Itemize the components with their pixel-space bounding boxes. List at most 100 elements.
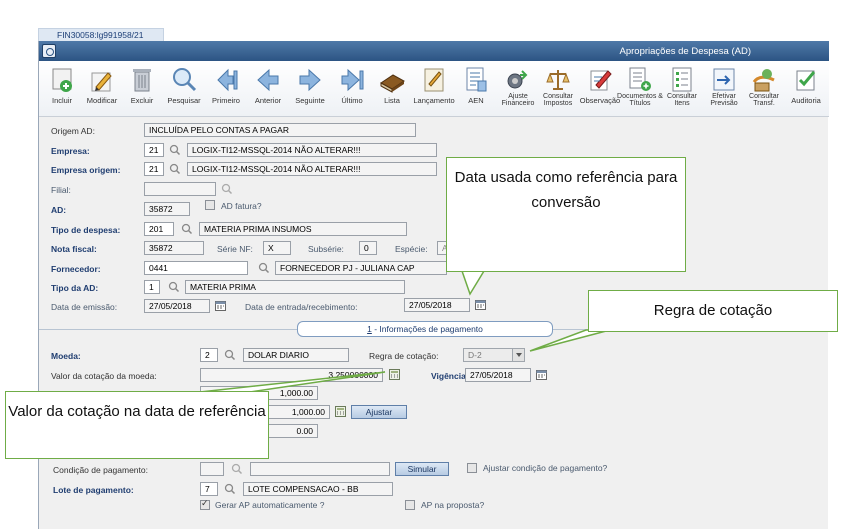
- regra-cotacao-label: Regra de cotação:: [369, 351, 439, 361]
- fornecedor-name-field: FORNECEDOR PJ - JULIANA CAP: [275, 261, 447, 275]
- simular-button[interactable]: Simular: [395, 462, 449, 476]
- primeiro-button[interactable]: Primeiro: [203, 65, 249, 105]
- empresa-origem-label: Empresa origem:: [51, 165, 121, 175]
- tipo-ad-label: Tipo da AD:: [51, 283, 99, 293]
- regra-cotacao-select[interactable]: D-2: [463, 348, 525, 362]
- data-entrada-field[interactable]: 27/05/2018: [404, 298, 470, 312]
- origem-ad-field[interactable]: INCLUÍDA PELO CONTAS A PAGAR: [144, 123, 416, 137]
- lote-search-icon[interactable]: [224, 483, 236, 495]
- lote-code-field[interactable]: 7: [200, 482, 218, 496]
- data-entrada-calendar-icon[interactable]: [475, 299, 486, 310]
- lista-button[interactable]: Lista: [369, 65, 415, 105]
- data-emissao-field[interactable]: 27/05/2018: [144, 299, 210, 313]
- documentos-titulos-button[interactable]: Documentos & Títulos: [617, 65, 663, 107]
- tipo-ad-code-field[interactable]: 1: [144, 280, 160, 294]
- previous-icon: [257, 68, 279, 92]
- nota-fiscal-label: Nota fiscal:: [51, 244, 97, 254]
- aen-button[interactable]: AEN: [453, 65, 499, 105]
- lancamento-button[interactable]: Lançamento: [411, 65, 457, 105]
- audit-icon: [796, 70, 816, 91]
- tipo-ad-search-icon[interactable]: [168, 281, 180, 293]
- auditoria-button[interactable]: Auditoria: [783, 65, 829, 105]
- consultar-impostos-button[interactable]: Consultar Impostos: [535, 65, 581, 107]
- chevron-down-icon: [512, 349, 524, 361]
- moeda-label: Moeda:: [51, 351, 81, 361]
- empresa-origem-search-icon[interactable]: [169, 163, 181, 175]
- nota-fiscal-field[interactable]: 35872: [144, 241, 204, 255]
- moeda-name-field: DOLAR DIARIO: [243, 348, 349, 362]
- filial-field[interactable]: [144, 182, 216, 196]
- empresa-label: Empresa:: [51, 146, 90, 156]
- fornecedor-code-field[interactable]: 0441: [144, 261, 248, 275]
- excluir-button[interactable]: Excluir: [119, 65, 165, 105]
- consultar-itens-button[interactable]: Consultar Itens: [659, 65, 705, 107]
- transfer-icon: [752, 69, 775, 92]
- condicao-name-field: [250, 462, 390, 476]
- tab-informacoes-pagamento[interactable]: 1 - Informações de pagamento: [297, 321, 553, 337]
- consultar-transf-button[interactable]: Consultar Transf.: [741, 65, 787, 107]
- seguinte-button[interactable]: Seguinte: [287, 65, 333, 105]
- callout-valor-cotacao: Valor da cotação na data de referência: [5, 391, 269, 459]
- empresa-origem-code-field[interactable]: 21: [144, 162, 164, 176]
- data-emissao-label: Data de emissão:: [51, 302, 118, 312]
- ad-fatura-label: AD fatura?: [221, 201, 262, 211]
- ad-label: AD:: [51, 205, 67, 215]
- note-icon: [590, 70, 612, 91]
- last-icon: [341, 68, 364, 92]
- valor-cotacao-label: Valor da cotação da moeda:: [51, 371, 157, 381]
- lote-name-field: LOTE COMPENSACAO - BB: [243, 482, 393, 496]
- tipo-despesa-search-icon[interactable]: [181, 223, 193, 235]
- search-icon: [173, 68, 197, 92]
- anterior-button[interactable]: Anterior: [245, 65, 291, 105]
- ajustar-button[interactable]: Ajustar: [351, 405, 407, 419]
- document-tab[interactable]: FIN30058:lg991958/21: [38, 28, 164, 41]
- posting-icon: [424, 68, 444, 92]
- app-menu-icon[interactable]: [42, 44, 56, 58]
- moeda-code-field[interactable]: 2: [200, 348, 218, 362]
- ad-fatura-checkbox[interactable]: [205, 200, 215, 210]
- report-icon: [466, 67, 487, 92]
- toolbar: Incluir Modificar Excluir Pesquisar Prim…: [39, 61, 829, 117]
- valor-cotacao-field[interactable]: 3.250000000: [200, 368, 383, 382]
- documents-icon: [629, 67, 651, 91]
- empresa-search-icon[interactable]: [169, 144, 181, 156]
- callout-regra-cotacao: Regra de cotação: [588, 290, 838, 332]
- tipo-despesa-name-field: MATERIA PRIMA INSUMOS: [199, 222, 407, 236]
- ad-field[interactable]: 35872: [144, 202, 190, 216]
- condicao-pagamento-label: Condição de pagamento:: [53, 465, 148, 475]
- lote-pagamento-label: Lote de pagamento:: [53, 485, 134, 495]
- valor-cotacao-calculator-icon[interactable]: [389, 369, 400, 380]
- gerar-ap-label: Gerar AP automaticamente ?: [215, 500, 325, 510]
- tipo-despesa-code-field[interactable]: 201: [144, 222, 174, 236]
- adjust-icon: [507, 70, 528, 89]
- commit-icon: [713, 68, 735, 91]
- serie-nf-label: Série NF:: [217, 244, 253, 254]
- first-icon: [217, 68, 238, 92]
- data-emissao-calendar-icon[interactable]: [215, 300, 226, 311]
- next-icon: [299, 68, 321, 92]
- moeda-search-icon[interactable]: [224, 349, 236, 361]
- empresa-code-field[interactable]: 21: [144, 143, 164, 157]
- window-title: Apropriações de Despesa (AD): [619, 46, 751, 57]
- tipo-ad-name-field: MATERIA PRIMA: [185, 280, 405, 294]
- subserie-field[interactable]: 0: [359, 241, 377, 255]
- condicao-code-field[interactable]: [200, 462, 224, 476]
- vigencia-calendar-icon[interactable]: [536, 369, 547, 380]
- fornecedor-search-icon[interactable]: [258, 262, 270, 274]
- filial-search-icon[interactable]: [221, 183, 233, 195]
- valor-convertido-calculator-icon[interactable]: [335, 406, 346, 417]
- scale-icon: [546, 70, 570, 90]
- section-title: - Informações de pagamento: [371, 324, 483, 334]
- gerar-ap-checkbox[interactable]: [200, 498, 210, 510]
- vigencia-field[interactable]: 27/05/2018: [465, 368, 531, 382]
- filial-label: Filial:: [51, 185, 71, 195]
- ajustar-condicao-label: Ajustar condição de pagamento?: [483, 463, 608, 473]
- ajustar-condicao-checkbox[interactable]: [467, 463, 477, 473]
- pesquisar-button[interactable]: Pesquisar: [161, 65, 207, 105]
- ap-proposta-checkbox[interactable]: [405, 500, 415, 510]
- condicao-search-icon[interactable]: [231, 463, 243, 475]
- origem-ad-label: Origem AD:: [51, 126, 95, 136]
- title-bar: Apropriações de Despesa (AD): [39, 41, 829, 61]
- callout-data-referencia: Data usada como referência para conversã…: [446, 157, 686, 272]
- serie-nf-field[interactable]: X: [263, 241, 291, 255]
